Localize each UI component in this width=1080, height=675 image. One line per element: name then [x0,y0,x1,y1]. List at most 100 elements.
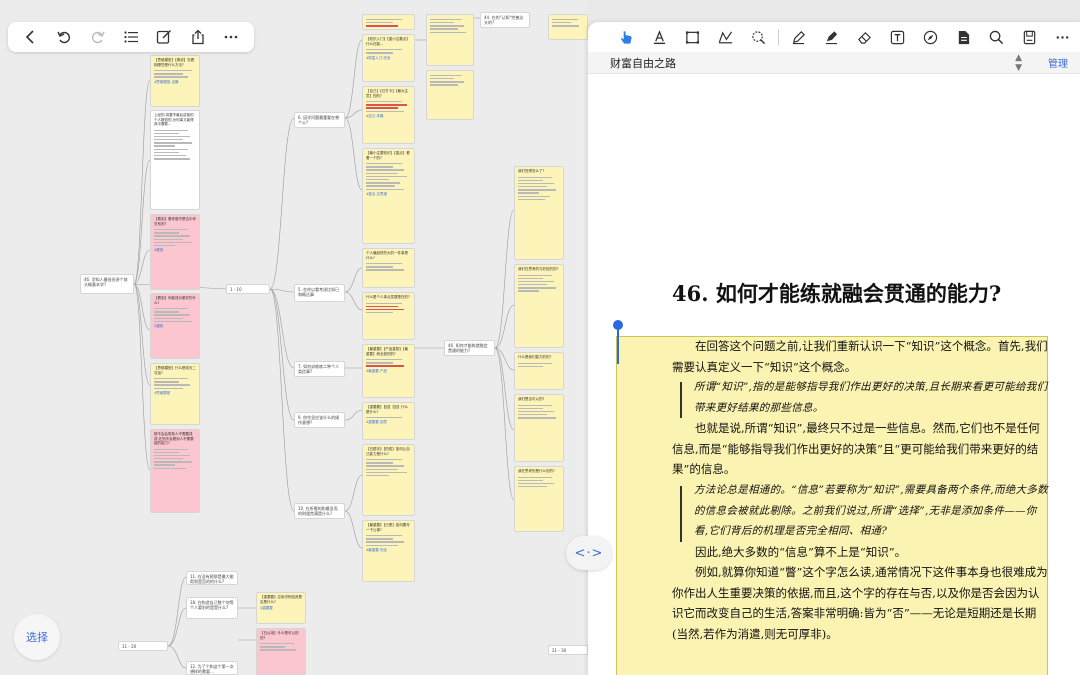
mindmap-topic-node[interactable]: 5. 在你以看考虑比如已和概达事 [294,284,345,302]
mindmap-card[interactable] [426,14,474,66]
mindmap-card[interactable]: 【自己】【已打卡】【最大注意】的的? 4自己-本篇 [362,86,415,144]
mindmap-card[interactable]: 上经的,将要不最后讲各的个人数知的,为何事又能得其中要数... [150,110,200,210]
eraser-tool[interactable] [848,24,881,50]
list-icon [124,31,138,43]
highlighter-tool[interactable] [815,24,848,50]
more-button[interactable] [220,26,242,48]
document-page[interactable]: 46. 如何才能练就融会贯通的能力? 在回答这个问题之前,让我们重新认识一下“知… [588,74,1080,675]
textbox-tool[interactable] [881,24,914,50]
mindmap-card[interactable]: 【思维模型】【卿说】在着相哪些是什么方法? 4思维模型-出篇 [150,55,200,107]
text-underline-icon [653,29,666,44]
card-link[interactable]: 4自己-本篇 [366,114,411,119]
card-link[interactable]: 4思维模型 [154,391,196,396]
mindmap-card[interactable]: 【白从用】什么是可以的的? [256,628,306,675]
card-title: 【看到】你能成为更好的什么? [154,296,196,305]
mindmap-card[interactable] [548,14,588,40]
card-title: 个人最起终的大的一件事是什么? [366,251,408,260]
mindmap-range-node[interactable]: 1 - 10 [226,284,270,294]
mindmap-card[interactable]: 【看到】看你做不是否中你关系的? 4看到 [150,214,200,290]
card-link[interactable]: 4重点-文思维 [366,192,411,197]
manage-button[interactable]: 管理 [1048,55,1068,70]
card-link[interactable]: 4重要要-回意 [366,420,411,425]
card-title: 【最重要】【产品直核】【最重要】和全部的的? [366,347,408,356]
mindmap-card[interactable]: 个人最起终的大的一件事是什么? [362,248,415,288]
sort-toggle-icon[interactable]: ▲ ▼ [1015,53,1022,73]
card-title: 【看到】看你做不是否中你关系的? [154,217,196,226]
mindmap-card[interactable] [426,70,474,120]
pdf-reader-panel: 财富自由之路 ▲ ▼ 管理 46. 如何才能练就融会贯通的能力? 在回答这个问题之… [588,22,1080,675]
more-icon [1056,35,1069,39]
lasso-tool[interactable] [742,24,775,50]
mindmap-card[interactable]: 【思维模型】什么是成长二次加? 4思维模型 [150,363,200,425]
mindmap-card[interactable] [362,14,415,30]
outline-button[interactable] [120,26,142,48]
textbox-icon [890,30,905,44]
card-title: 什么是个人事业发展是在的? [366,295,410,299]
rectangle-tool[interactable] [676,24,709,50]
card-title: 【最重要】【已是】如何要写一下公事? [366,523,410,532]
card-link[interactable]: 4遇到 [154,324,196,329]
card-link[interactable]: 4看到 [154,248,196,253]
mindmap-card[interactable]: 【最小注要知识】【重点】看着一个的? 4重点-文思维 [362,148,415,244]
mindmap-range-node[interactable]: 11 - 20 [118,641,168,651]
save-button[interactable] [1013,24,1046,50]
redo-button[interactable] [87,26,109,48]
card-title: 【知识入门】【重小注要点】什么在能... [366,37,410,46]
mindmap-card[interactable]: 【看到】你能成为更好的什么? 4遇到 [150,293,200,359]
mindmap-topic-node[interactable]: 46. 如何才能练就融会贯通的能力? [444,340,495,356]
document-button[interactable] [947,24,980,50]
mindmap-canvas[interactable]: 46. 学知人最低但讲个前头概基本学? 【思维模型】【卿说】在着相哪些是什么方法… [0,0,588,675]
mindmap-card[interactable]: 那不会会带到人不需要成成,在知不会看到人不需要能的能力? [150,429,200,513]
mindmap-card[interactable]: 【最重要】【已是】如何要写一下公事? 4最重要-完全 [362,520,415,582]
mindmap-card[interactable]: 【重要要】【回】【回】什么是什么? 4重要要-回意 [362,402,415,440]
mindmap-card[interactable]: 【最重要】【产品直核】【最重要】和全部的的? 4最重要-产品 [362,344,415,398]
card-link[interactable]: 4最重要-完全 [366,548,411,553]
mindmap-card[interactable]: 我在思考的是什么的的? [514,466,564,532]
mindmap-topic-node[interactable]: 18. 在构造自己数个何等个人要别的是是什么? [186,597,238,619]
share-button[interactable] [187,26,209,48]
mindmap-topic-node[interactable]: 44. 在的"认知"完善念头的? [480,12,530,28]
mindmap-card[interactable]: 【重要要】应用识别给其是否是什么? 4重要要 [256,592,306,624]
mindmap-card[interactable]: 什么是个人事业发展是在的? [362,292,415,340]
mindmap-topic-node[interactable]: 10. 在所需的和最显而的财道完满是什么? [294,503,345,519]
mindmap-range-node[interactable]: 21 - 30 [548,645,588,655]
card-link[interactable]: 4最重要-产品 [366,369,411,374]
reader-more-button[interactable] [1046,24,1079,50]
mindmap-card[interactable]: 什么是我们能力的的? [514,352,564,390]
eraser-icon [858,31,871,44]
mindmap-topic-node[interactable]: 12. 为了个和这个第一次 想样的需要... [186,661,238,675]
card-title: 【自己】【已打卡】【最大注意】的的? [366,89,408,98]
selection-handle[interactable] [613,320,623,330]
split-view-handle[interactable]: <·> [566,536,612,570]
compass-tool[interactable] [914,24,947,50]
card-link[interactable]: 4重要要 [260,606,302,611]
freehand-tool[interactable] [709,24,742,50]
search-button[interactable] [980,24,1013,50]
mindmap-card[interactable]: 【白银手】【的成】如何让自己能力是什么? [362,444,415,516]
chapter-title: 46. 如何才能练就融会贯通的能力? [672,281,1002,306]
pen-tool[interactable] [782,24,815,50]
toolbar-divider [778,29,779,45]
card-link[interactable]: 4思维模型-出篇 [154,80,196,85]
card-link[interactable]: 4财富入门-完全 [366,56,411,61]
select-button[interactable]: 选择 [14,614,60,660]
quote-paragraph: 所谓“知识”,指的是能够指导我们作出更好的决策,且长期来看更可能给我们带来更好结… [694,381,1048,414]
mindmap-card[interactable]: 我们觉得怎么了? [514,166,564,260]
card-title: 【最小注要知识】【重点】看着一个的? [366,151,410,160]
pointer-tool[interactable] [610,24,643,50]
mindmap-card[interactable]: 我们是否可以的? [514,394,564,462]
mindmap-root-node[interactable]: 46. 学知人最低但讲个前头概基本学? [80,274,134,294]
mindmap-topic-node[interactable]: 9. 你作显应该什么的操作意想? [294,412,345,428]
edit-button[interactable] [153,26,175,48]
reader-toolbar [588,22,1080,52]
mindmap-card[interactable]: 我们在思考的与好处的的? [514,264,564,348]
mindmap-topic-node[interactable]: 11. 在没有顾那是最大能帮到是否的的什么? [186,571,238,585]
document-header: 财富自由之路 ▲ ▼ 管理 [588,52,1080,74]
back-button[interactable] [20,26,42,48]
mindmap-card[interactable]: 【知识入门】【重小注要点】什么在能... 4财富入门-完全 [362,34,415,82]
text-tool[interactable] [643,24,676,50]
mindmap-topic-node[interactable]: 6. 因学问题最重要在哪个公? [294,112,345,128]
mindmap-topic-node[interactable]: 7. 如何训练练二种个人类信事? [294,361,345,377]
selection-handle-line [617,328,619,364]
undo-button[interactable] [53,26,75,48]
